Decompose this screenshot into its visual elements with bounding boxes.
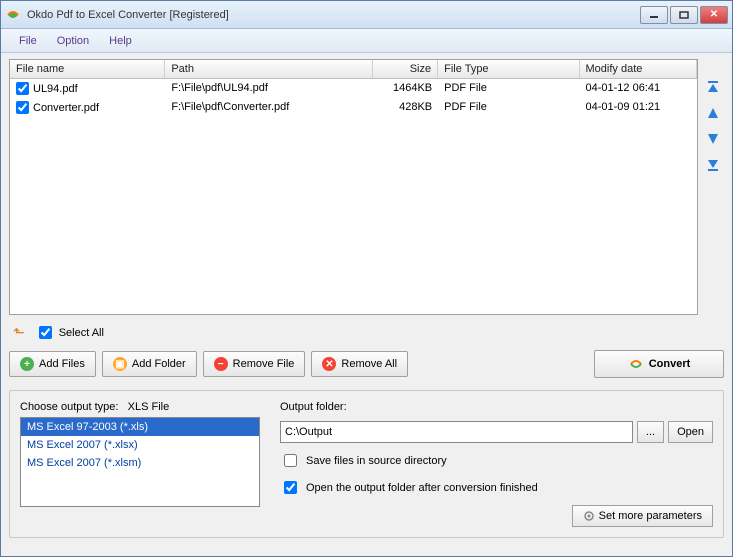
set-more-parameters-button[interactable]: Set more parameters bbox=[572, 505, 713, 527]
save-in-source-row[interactable]: Save files in source directory bbox=[280, 451, 713, 470]
file-name: Converter.pdf bbox=[33, 102, 99, 114]
select-all-label[interactable]: Select All bbox=[35, 323, 104, 342]
list-item[interactable]: MS Excel 2007 (*.xlsx) bbox=[21, 436, 259, 454]
action-button-row: +Add Files ▣Add Folder −Remove File ✕Rem… bbox=[9, 350, 724, 378]
file-path: F:\File\pdf\Converter.pdf bbox=[165, 98, 373, 117]
output-type-current: XLS File bbox=[128, 401, 170, 413]
convert-icon bbox=[628, 356, 644, 372]
app-window: Okdo Pdf to Excel Converter [Registered]… bbox=[0, 0, 733, 557]
output-type-column: Choose output type: XLS File MS Excel 97… bbox=[20, 401, 260, 527]
add-files-button[interactable]: +Add Files bbox=[9, 351, 96, 377]
menu-option[interactable]: Option bbox=[47, 32, 99, 50]
save-in-source-checkbox[interactable] bbox=[284, 454, 297, 467]
output-folder-column: Output folder: ... Open Save files in so… bbox=[280, 401, 713, 527]
select-all-checkbox[interactable] bbox=[39, 326, 52, 339]
open-after-checkbox[interactable] bbox=[284, 481, 297, 494]
browse-button[interactable]: ... bbox=[637, 421, 664, 443]
gear-icon bbox=[583, 510, 595, 522]
output-type-label: Choose output type: XLS File bbox=[20, 401, 260, 413]
close-button[interactable]: ✕ bbox=[700, 6, 728, 24]
list-item[interactable]: MS Excel 2007 (*.xlsm) bbox=[21, 454, 259, 472]
select-all-row: ⬑ Select All bbox=[9, 321, 724, 344]
plus-icon: + bbox=[20, 357, 34, 371]
col-header-path[interactable]: Path bbox=[165, 60, 373, 78]
app-icon bbox=[5, 7, 21, 23]
col-header-type[interactable]: File Type bbox=[438, 60, 579, 78]
remove-all-button[interactable]: ✕Remove All bbox=[311, 351, 408, 377]
row-checkbox[interactable] bbox=[16, 82, 29, 95]
col-header-date[interactable]: Modify date bbox=[580, 60, 698, 78]
window-controls: ✕ bbox=[640, 6, 728, 24]
col-header-size[interactable]: Size bbox=[373, 60, 438, 78]
up-folder-icon[interactable]: ⬑ bbox=[13, 324, 25, 341]
file-name: UL94.pdf bbox=[33, 83, 78, 95]
move-top-icon[interactable] bbox=[705, 79, 721, 95]
file-type: PDF File bbox=[438, 98, 579, 117]
table-header: File name Path Size File Type Modify dat… bbox=[10, 60, 697, 79]
bottom-panel: Choose output type: XLS File MS Excel 97… bbox=[9, 390, 724, 538]
open-after-row[interactable]: Open the output folder after conversion … bbox=[280, 478, 713, 497]
folder-icon: ▣ bbox=[113, 357, 127, 371]
remove-file-button[interactable]: −Remove File bbox=[203, 351, 306, 377]
row-checkbox[interactable] bbox=[16, 101, 29, 114]
add-folder-button[interactable]: ▣Add Folder bbox=[102, 351, 197, 377]
open-folder-button[interactable]: Open bbox=[668, 421, 713, 443]
select-all-text: Select All bbox=[59, 327, 104, 339]
output-type-listbox[interactable]: MS Excel 97-2003 (*.xls)MS Excel 2007 (*… bbox=[20, 417, 260, 507]
menu-help[interactable]: Help bbox=[99, 32, 142, 50]
open-after-label: Open the output folder after conversion … bbox=[306, 482, 538, 494]
list-item[interactable]: MS Excel 97-2003 (*.xls) bbox=[21, 418, 259, 436]
main-body: File name Path Size File Type Modify dat… bbox=[1, 53, 732, 556]
file-size: 428KB bbox=[373, 98, 438, 117]
file-date: 04-01-12 06:41 bbox=[580, 79, 698, 98]
move-bottom-icon[interactable] bbox=[705, 157, 721, 173]
table-row[interactable]: UL94.pdf F:\File\pdf\UL94.pdf1464KBPDF Fi… bbox=[10, 79, 697, 98]
window-title: Okdo Pdf to Excel Converter [Registered] bbox=[27, 9, 640, 21]
output-folder-row: ... Open bbox=[280, 421, 713, 443]
menubar: File Option Help bbox=[1, 29, 732, 53]
move-down-icon[interactable] bbox=[705, 131, 721, 147]
file-date: 04-01-09 01:21 bbox=[580, 98, 698, 117]
file-size: 1464KB bbox=[373, 79, 438, 98]
output-folder-label: Output folder: bbox=[280, 401, 713, 413]
minimize-button[interactable] bbox=[640, 6, 668, 24]
output-folder-input[interactable] bbox=[280, 421, 633, 443]
table-body: UL94.pdf F:\File\pdf\UL94.pdf1464KBPDF Fi… bbox=[10, 79, 697, 117]
maximize-button[interactable] bbox=[670, 6, 698, 24]
file-type: PDF File bbox=[438, 79, 579, 98]
reorder-arrows bbox=[702, 59, 724, 315]
menu-file[interactable]: File bbox=[9, 32, 47, 50]
file-table: File name Path Size File Type Modify dat… bbox=[9, 59, 698, 315]
convert-button[interactable]: Convert bbox=[594, 350, 724, 378]
col-header-name[interactable]: File name bbox=[10, 60, 165, 78]
move-up-icon[interactable] bbox=[705, 105, 721, 121]
file-area: File name Path Size File Type Modify dat… bbox=[9, 59, 724, 315]
table-row[interactable]: Converter.pdf F:\File\pdf\Converter.pdf42… bbox=[10, 98, 697, 117]
x-icon: ✕ bbox=[322, 357, 336, 371]
minus-icon: − bbox=[214, 357, 228, 371]
titlebar: Okdo Pdf to Excel Converter [Registered]… bbox=[1, 1, 732, 29]
save-in-source-label: Save files in source directory bbox=[306, 455, 447, 467]
file-path: F:\File\pdf\UL94.pdf bbox=[165, 79, 373, 98]
